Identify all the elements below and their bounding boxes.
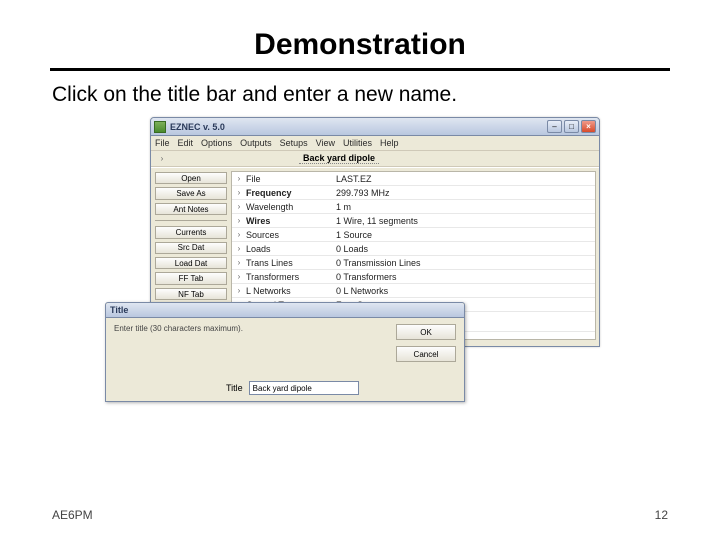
ff-tab-button[interactable]: FF Tab xyxy=(155,272,227,284)
ant-notes-button[interactable]: Ant Notes xyxy=(155,203,227,215)
property-row[interactable]: ›L Networks0 L Networks xyxy=(232,284,595,298)
minimize-button[interactable]: – xyxy=(547,120,562,133)
property-value: 299.793 MHz xyxy=(336,188,595,198)
ok-button[interactable]: OK xyxy=(396,324,456,340)
property-label: Sources xyxy=(246,230,336,240)
property-value: 1 Wire, 11 segments xyxy=(336,216,595,226)
menu-view[interactable]: View xyxy=(316,138,335,148)
property-row[interactable]: ›Wavelength1 m xyxy=(232,200,595,214)
menu-options[interactable]: Options xyxy=(201,138,232,148)
menu-bar: File Edit Options Outputs Setups View Ut… xyxy=(151,136,599,151)
property-value: 0 Transformers xyxy=(336,272,595,282)
chevron-right-icon: › xyxy=(232,202,246,211)
screenshot-area: EZNEC v. 5.0 – □ × File Edit Options Out… xyxy=(150,117,600,397)
property-value: 0 Loads xyxy=(336,244,595,254)
property-row[interactable]: ›Sources1 Source xyxy=(232,228,595,242)
open-button[interactable]: Open xyxy=(155,172,227,184)
property-value: 1 Source xyxy=(336,230,595,240)
property-value: 0 Transmission Lines xyxy=(336,258,595,268)
load-dat-button[interactable]: Load Dat xyxy=(155,257,227,269)
input-label: Title xyxy=(226,383,243,393)
title-rule xyxy=(50,68,670,71)
src-dat-button[interactable]: Src Dat xyxy=(155,242,227,254)
menu-setups[interactable]: Setups xyxy=(280,138,308,148)
footer-left: AE6PM xyxy=(52,508,93,522)
menu-outputs[interactable]: Outputs xyxy=(240,138,272,148)
property-row[interactable]: ›Frequency299.793 MHz xyxy=(232,186,595,200)
menu-file[interactable]: File xyxy=(155,138,170,148)
property-label: Trans Lines xyxy=(246,258,336,268)
save-as-button[interactable]: Save As xyxy=(155,187,227,199)
property-label: Wavelength xyxy=(246,202,336,212)
menu-utilities[interactable]: Utilities xyxy=(343,138,372,148)
property-value: LAST.EZ xyxy=(336,174,595,184)
nf-tab-button[interactable]: NF Tab xyxy=(155,288,227,300)
chart-title-bar[interactable]: › Back yard dipole xyxy=(151,151,599,167)
cancel-button[interactable]: Cancel xyxy=(396,346,456,362)
footer-page-number: 12 xyxy=(655,508,668,522)
chevron-right-icon: › xyxy=(232,244,246,253)
sidebar-divider xyxy=(155,220,227,221)
property-value: 0 L Networks xyxy=(336,286,595,296)
chevron-right-icon: › xyxy=(155,154,169,163)
close-button[interactable]: × xyxy=(581,120,596,133)
chevron-right-icon: › xyxy=(232,230,246,239)
property-row[interactable]: ›Loads0 Loads xyxy=(232,242,595,256)
maximize-button[interactable]: □ xyxy=(564,120,579,133)
menu-edit[interactable]: Edit xyxy=(178,138,194,148)
title-dialog: Title Enter title (30 characters maximum… xyxy=(105,302,465,402)
slide-title: Demonstration xyxy=(40,28,680,62)
property-value: 1 m xyxy=(336,202,595,212)
instruction-text: Click on the title bar and enter a new n… xyxy=(52,83,680,107)
menu-help[interactable]: Help xyxy=(380,138,399,148)
app-icon xyxy=(154,121,166,133)
property-label: File xyxy=(246,174,336,184)
property-row[interactable]: ›Trans Lines0 Transmission Lines xyxy=(232,256,595,270)
dialog-titlebar[interactable]: Title xyxy=(106,303,464,318)
property-label: L Networks xyxy=(246,286,336,296)
chevron-right-icon: › xyxy=(232,272,246,281)
currents-button[interactable]: Currents xyxy=(155,226,227,238)
chevron-right-icon: › xyxy=(232,174,246,183)
property-row[interactable]: ›Wires1 Wire, 11 segments xyxy=(232,214,595,228)
chevron-right-icon: › xyxy=(232,188,246,197)
window-titlebar[interactable]: EZNEC v. 5.0 – □ × xyxy=(151,118,599,136)
property-label: Frequency xyxy=(246,188,336,198)
chevron-right-icon: › xyxy=(232,286,246,295)
property-label: Transformers xyxy=(246,272,336,282)
chevron-right-icon: › xyxy=(232,258,246,267)
title-input[interactable] xyxy=(249,381,359,395)
chevron-right-icon: › xyxy=(232,216,246,225)
property-row[interactable]: ›Transformers0 Transformers xyxy=(232,270,595,284)
window-title: EZNEC v. 5.0 xyxy=(170,122,547,132)
property-row[interactable]: ›FileLAST.EZ xyxy=(232,172,595,186)
property-label: Loads xyxy=(246,244,336,254)
property-label: Wires xyxy=(246,216,336,226)
chart-title-field[interactable]: Back yard dipole xyxy=(299,153,379,164)
